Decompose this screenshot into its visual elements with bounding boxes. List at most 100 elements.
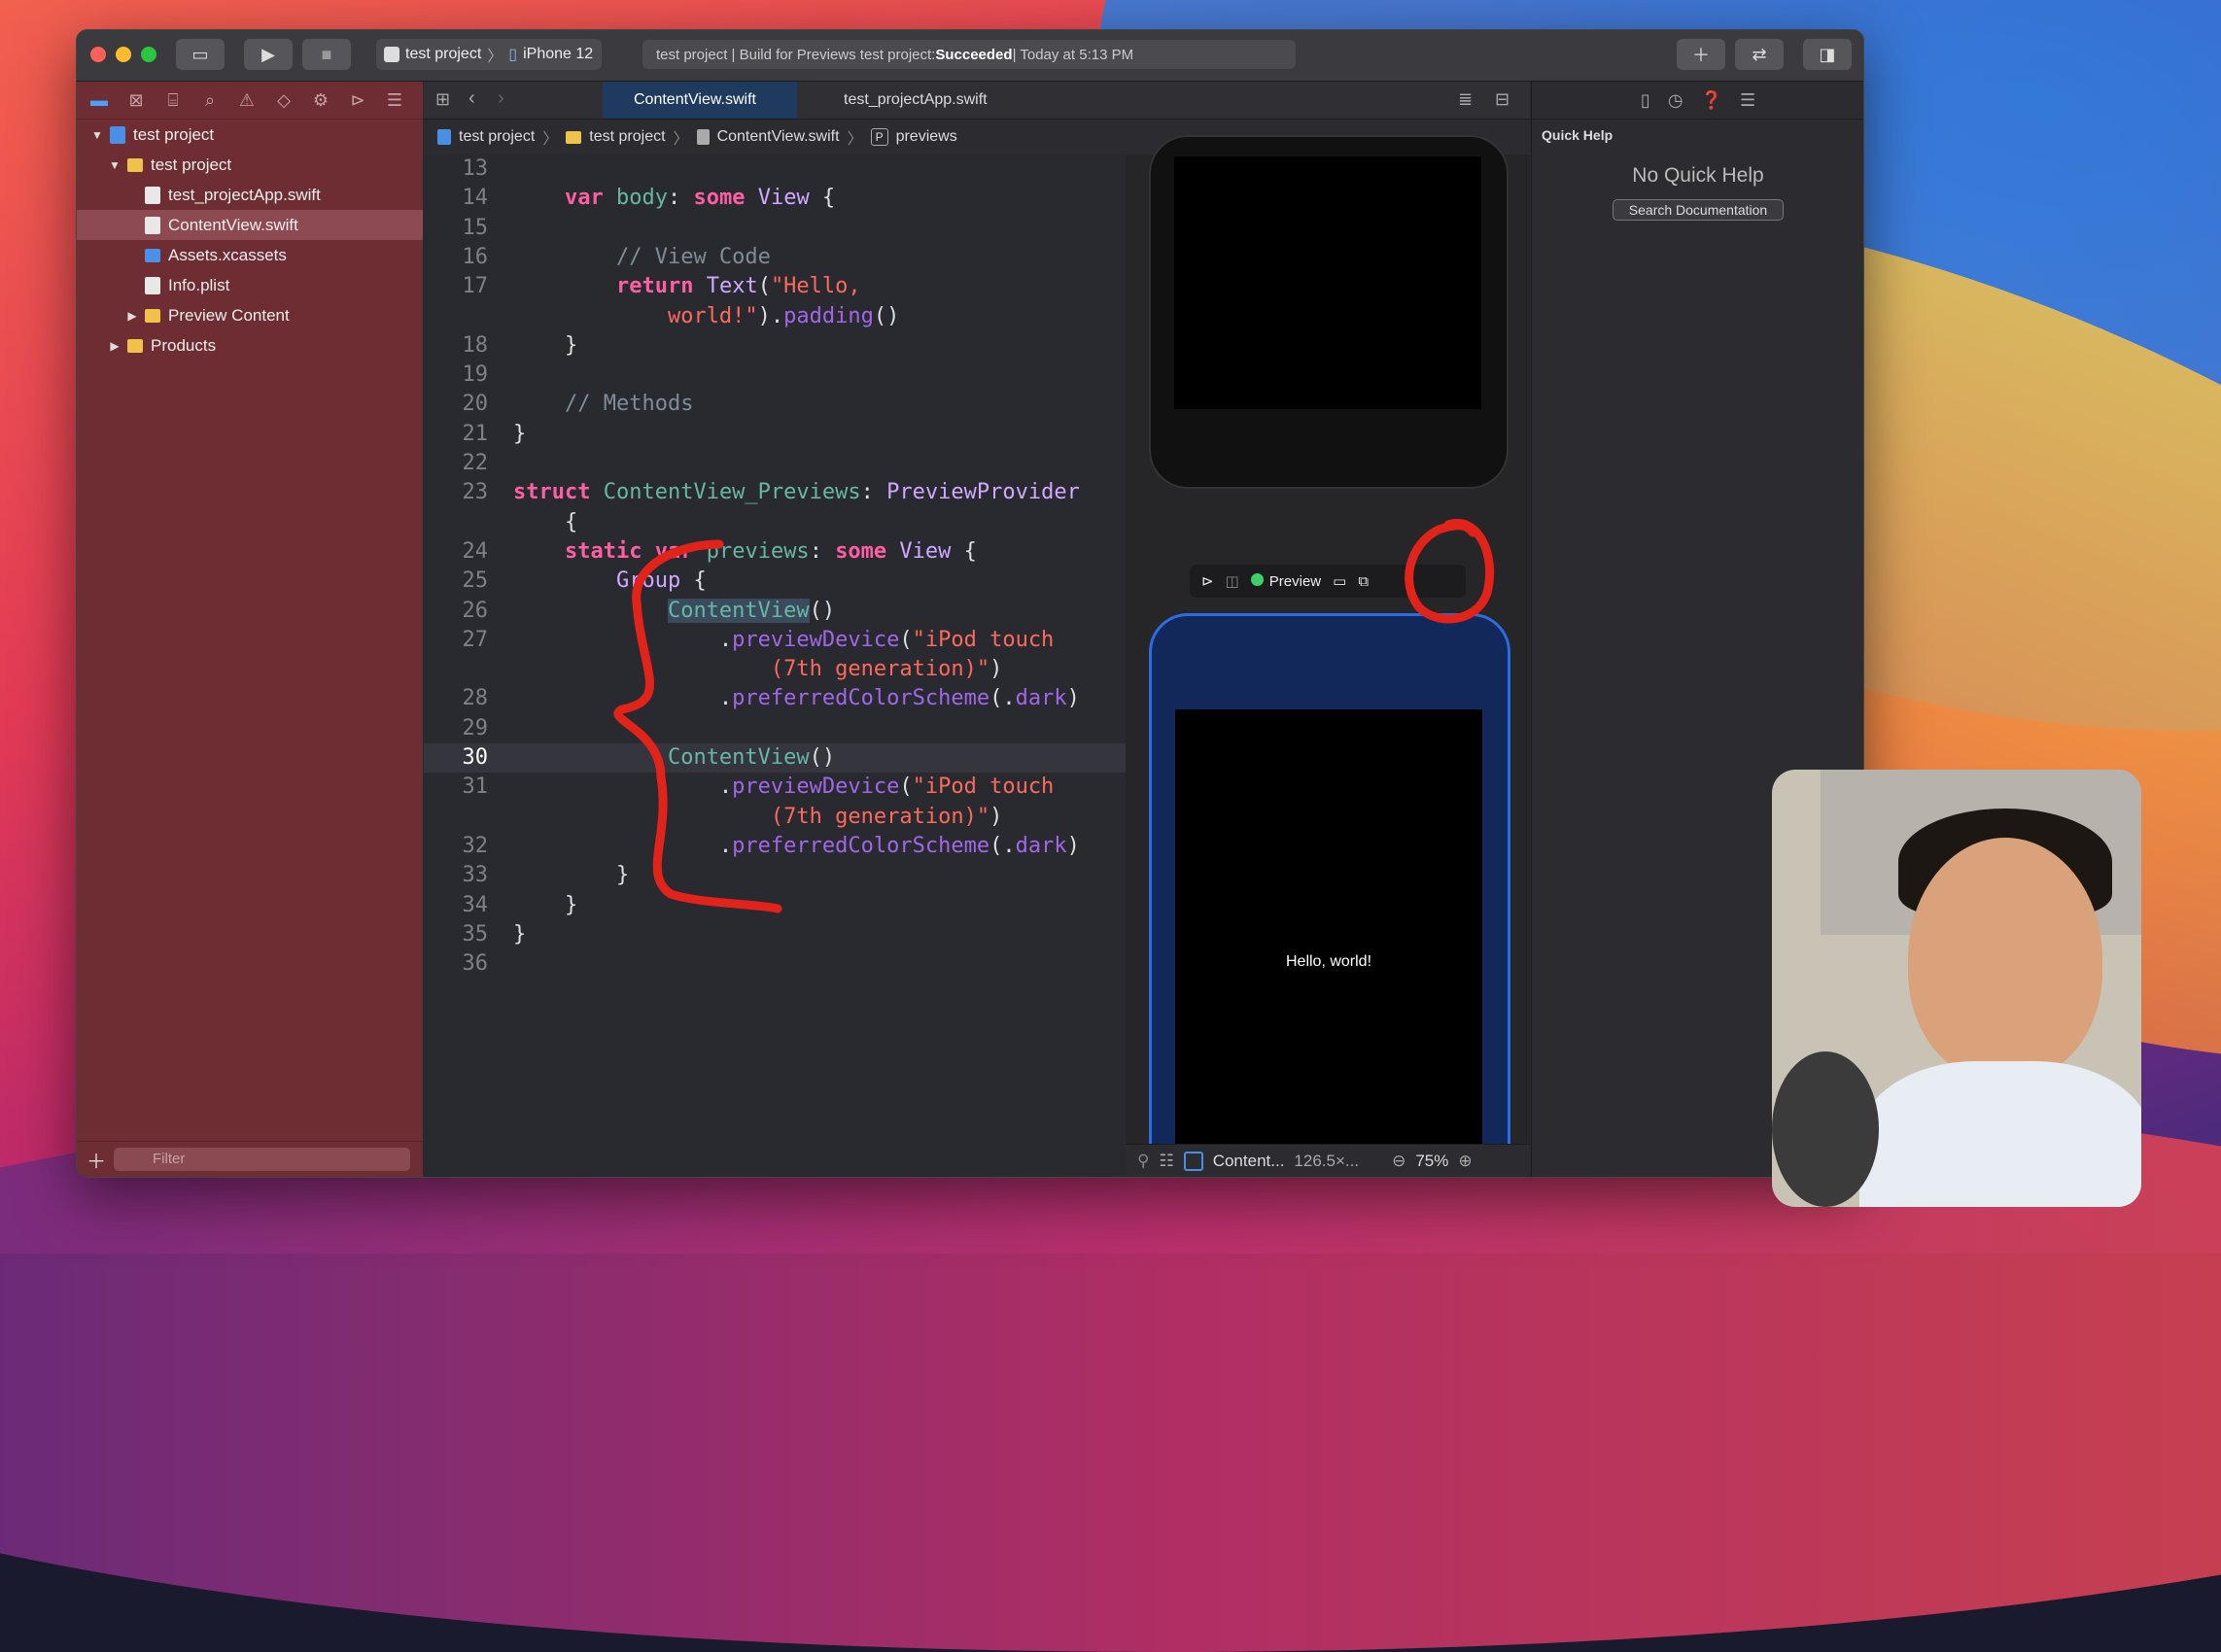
symbol-icon[interactable]: ⌸: [162, 90, 184, 111]
report-icon[interactable]: ☰: [384, 90, 405, 111]
filter-placeholder: Filter: [153, 1151, 186, 1167]
activity-suffix: | Today at 5:13 PM: [1012, 46, 1134, 63]
chevron-right-icon: 〉: [542, 131, 559, 148]
code-text: (7th generation)"): [770, 804, 1003, 829]
zoom-out-icon[interactable]: ⊖: [1392, 1152, 1405, 1171]
code-line: 24 static var previews: some View {: [424, 537, 1126, 567]
line-number: 34: [462, 892, 489, 917]
file-tree-item[interactable]: ▶ Products: [77, 330, 423, 361]
breadcrumb-item-group[interactable]: test project: [589, 128, 665, 146]
chevron-right-icon: 〉: [673, 131, 689, 148]
test-icon[interactable]: ◇: [273, 90, 295, 111]
forward-arrow-icon[interactable]: ›: [498, 87, 504, 110]
disclosure-closed-icon[interactable]: ▶: [108, 339, 121, 353]
warning-icon[interactable]: ⚠: [236, 90, 258, 111]
property-badge: P: [870, 128, 888, 146]
breadcrumb-item-symbol[interactable]: previews: [896, 128, 957, 146]
scheme-selector[interactable]: test project 〉 ▯ iPhone 12: [376, 39, 602, 70]
code-line: world!").padding(): [424, 302, 1126, 331]
preview-canvas: ⊳ ◫ Preview ▭ ⧉ Hello, world! ⚲ ☷ Conten…: [1126, 135, 1530, 1177]
search-icon[interactable]: ⌕: [199, 90, 221, 111]
disclosure-open-icon[interactable]: ▼: [108, 158, 121, 172]
debug-icon[interactable]: ⚙: [310, 90, 331, 111]
preview-status[interactable]: Preview: [1250, 572, 1321, 590]
preview-on-device-icon[interactable]: ▭: [1333, 572, 1346, 590]
activity-view: test project | Build for Previews test p…: [642, 40, 1296, 69]
assets-icon: [145, 248, 160, 262]
file-tree-item[interactable]: test_projectApp.swift: [77, 180, 423, 210]
source-control-icon[interactable]: ⊠: [125, 90, 147, 111]
line-number: 24: [462, 538, 489, 564]
add-file-icon[interactable]: ＋: [87, 1146, 106, 1174]
file-tree-item[interactable]: ContentView.swift: [77, 210, 423, 240]
code-review-button[interactable]: ⇄: [1735, 39, 1784, 70]
inspect-preview-icon[interactable]: ◫: [1226, 572, 1239, 590]
code-line: 28 .preferredColorScheme(.dark): [424, 684, 1126, 713]
toggle-navigator-button[interactable]: ▭: [176, 39, 225, 70]
file-tree-item[interactable]: Info.plist: [77, 270, 423, 300]
breakpoint-icon[interactable]: ⊳: [347, 90, 368, 111]
file-tree-item[interactable]: ▼ test project: [77, 150, 423, 180]
editor-tab-bar: ⊞ ‹ › ContentView.swift test_projectApp.…: [424, 82, 1530, 120]
file-tree-item[interactable]: ▼ test project: [77, 120, 423, 150]
code-text: }: [513, 892, 578, 917]
attributes-icon[interactable]: ☰: [1740, 90, 1755, 111]
zoom-in-icon[interactable]: ⊕: [1458, 1152, 1472, 1171]
pin-icon[interactable]: ⚲: [1137, 1152, 1149, 1171]
history-icon[interactable]: ◷: [1668, 90, 1683, 111]
duplicate-preview-icon[interactable]: ⧉: [1358, 573, 1369, 590]
inspector-tabs: ▯ ◷ ❓ ☰: [1532, 82, 1863, 120]
preview-name[interactable]: Content...: [1213, 1152, 1285, 1171]
code-line: 25 Group {: [424, 567, 1126, 596]
code-text: }: [513, 863, 630, 888]
disclosure-closed-icon[interactable]: ▶: [125, 309, 139, 323]
settings-icon[interactable]: ☷: [1159, 1152, 1173, 1171]
zoom-window-button[interactable]: [141, 47, 156, 62]
tab-contentview[interactable]: ContentView.swift: [603, 82, 797, 119]
code-text: // Methods: [564, 392, 694, 417]
add-editor-icon[interactable]: ⊟: [1495, 89, 1510, 110]
line-number: 26: [462, 598, 489, 623]
code-text: static var previews: some View {: [564, 538, 977, 564]
editor-options-icon[interactable]: ≣: [1458, 89, 1473, 110]
preview-controls: ⊳ ◫ Preview ▭ ⧉: [1190, 565, 1466, 598]
line-number: 28: [462, 686, 489, 711]
grid-icon[interactable]: ⊞: [435, 89, 450, 110]
tab-label: ContentView.swift: [634, 91, 756, 108]
code-line: 21}: [424, 420, 1126, 449]
file-inspector-icon[interactable]: ▯: [1641, 90, 1650, 111]
stop-button[interactable]: ■: [302, 39, 351, 70]
close-window-button[interactable]: [90, 47, 106, 62]
line-number: 15: [462, 215, 489, 240]
navigator-filter-field[interactable]: Filter: [114, 1148, 410, 1171]
tab-test-projectapp[interactable]: test_projectApp.swift: [813, 82, 1026, 119]
back-arrow-icon[interactable]: ‹: [468, 87, 475, 110]
file-tree-item[interactable]: ▶ Preview Content: [77, 300, 423, 330]
webcam-overlay: [1772, 770, 2141, 1207]
breadcrumb-item-project[interactable]: test project: [459, 128, 535, 146]
zoom-level[interactable]: 75%: [1415, 1152, 1448, 1171]
toggle-inspector-button[interactable]: ◨: [1803, 39, 1852, 70]
code-text: ContentView(): [667, 598, 836, 623]
run-button[interactable]: ▶: [244, 39, 293, 70]
inspector-panel-icon: ◨: [1819, 44, 1836, 64]
preview-selector-icon[interactable]: [1183, 1151, 1203, 1171]
quick-help-icon[interactable]: ❓: [1701, 90, 1722, 111]
microphone: [1772, 1051, 1879, 1207]
code-line: 30 ContentView(): [424, 743, 1126, 773]
preview-device-2[interactable]: Hello, world!: [1149, 613, 1510, 1177]
file-tree-item-label: test project: [133, 124, 215, 144]
folder-icon[interactable]: ▬: [88, 90, 110, 111]
preview-device-1[interactable]: [1149, 135, 1509, 489]
minimize-window-button[interactable]: [116, 47, 131, 62]
source-editor[interactable]: 13 14 var body: some View {15 16 // View C…: [424, 155, 1126, 1177]
live-preview-icon[interactable]: ⊳: [1201, 572, 1214, 590]
disclosure-open-icon[interactable]: ▼: [90, 128, 104, 142]
file-tree-item[interactable]: Assets.xcassets: [77, 240, 423, 270]
library-button[interactable]: ＋: [1677, 39, 1725, 70]
code-text: (7th generation)"): [770, 657, 1003, 682]
breadcrumb-item-file[interactable]: ContentView.swift: [717, 128, 840, 146]
line-number: 22: [462, 451, 489, 475]
search-documentation-button[interactable]: Search Documentation: [1613, 199, 1784, 221]
line-number: 14: [462, 186, 489, 211]
